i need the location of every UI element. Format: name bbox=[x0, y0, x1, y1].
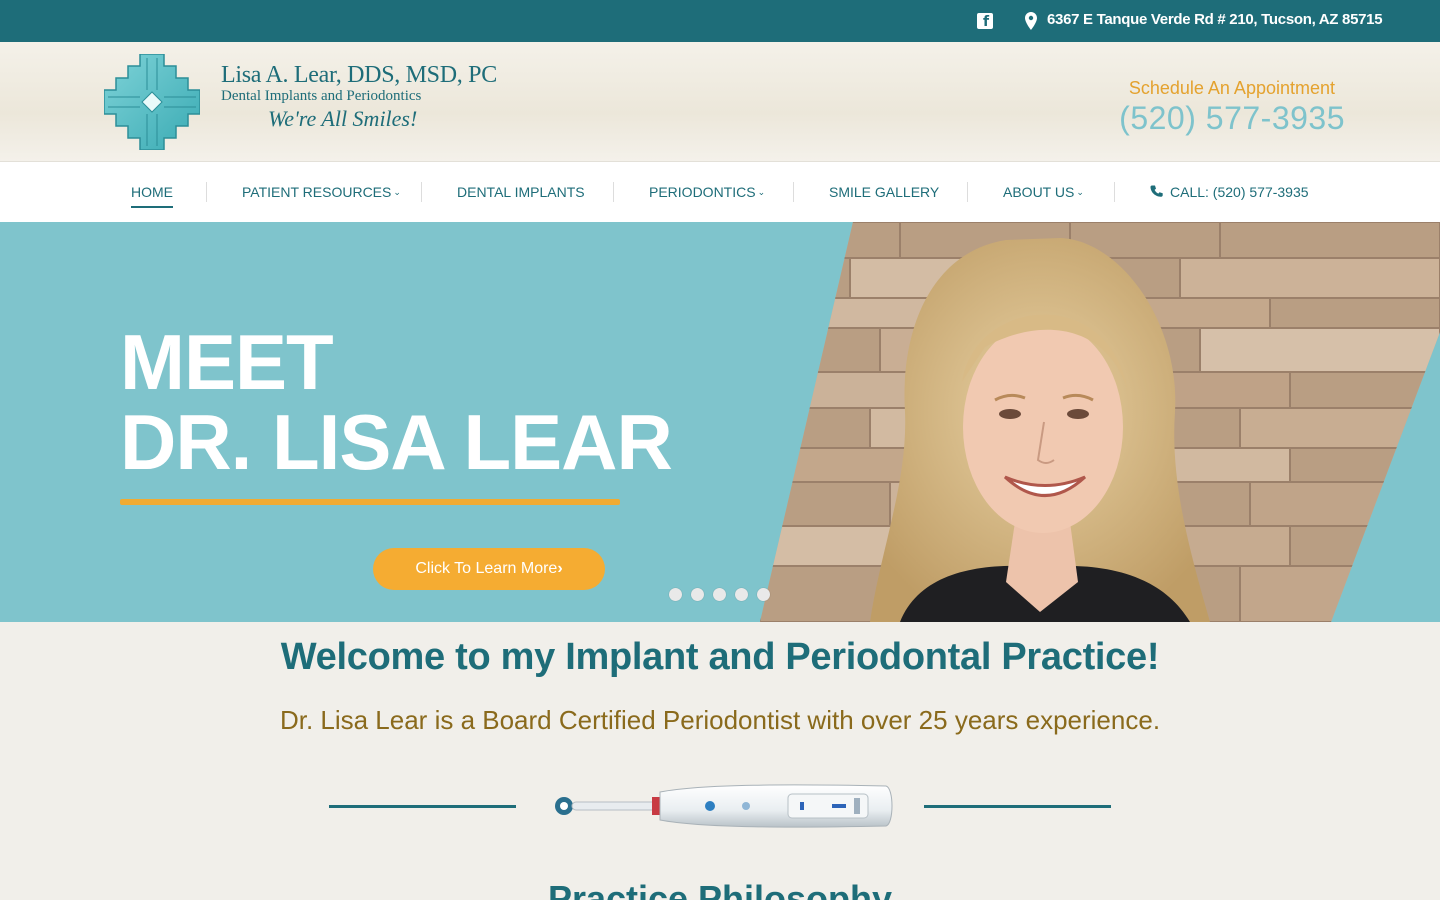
slider-dot-3[interactable] bbox=[713, 588, 726, 601]
chevron-down-icon: ⌄ bbox=[393, 187, 401, 197]
hero-title-line2: DR. LISA LEAR bbox=[120, 398, 673, 486]
site-header: Lisa A. Lear, DDS, MSD, PC Dental Implan… bbox=[0, 42, 1440, 162]
slider-dot-1[interactable] bbox=[669, 588, 682, 601]
map-pin-icon bbox=[1025, 12, 1037, 30]
toothbrush-image bbox=[555, 784, 893, 828]
hero-divider bbox=[120, 499, 620, 505]
nav-divider bbox=[421, 182, 422, 202]
logo-name[interactable]: Lisa A. Lear, DDS, MSD, PC bbox=[221, 62, 497, 89]
logo-tagline: We're All Smiles! bbox=[268, 106, 418, 131]
hero-title-line1: MEET bbox=[120, 318, 334, 406]
nav-home[interactable]: HOME bbox=[131, 184, 173, 208]
header-phone[interactable]: (520) 577-3935 bbox=[1119, 100, 1345, 137]
chevron-down-icon: ⌄ bbox=[757, 187, 766, 197]
nav-divider bbox=[206, 182, 207, 202]
nav-smile-gallery-label: SMILE GALLERY bbox=[829, 184, 940, 200]
nav-divider bbox=[1114, 182, 1115, 202]
hero-slider: MEET DR. LISA LEAR Click To Learn More› bbox=[0, 222, 1440, 622]
slider-dot-5[interactable] bbox=[757, 588, 770, 601]
slider-dot-2[interactable] bbox=[691, 588, 704, 601]
nav-divider bbox=[613, 182, 614, 202]
nav-patient-resources-label: PATIENT RESOURCES bbox=[242, 184, 392, 200]
chevron-down-icon: ⌄ bbox=[1076, 187, 1084, 197]
section-divider-left bbox=[329, 805, 516, 808]
main-nav: HOME PATIENT RESOURCES ⌄ DENTAL IMPLANTS … bbox=[0, 162, 1440, 222]
nav-dental-implants-label: DENTAL IMPLANTS bbox=[457, 184, 585, 200]
nav-call-label: CALL: (520) 577-3935 bbox=[1170, 184, 1309, 200]
facebook-icon[interactable]: f bbox=[977, 13, 993, 30]
nav-about-us[interactable]: ABOUT US ⌄ bbox=[1003, 184, 1084, 200]
hero-title: MEET DR. LISA LEAR bbox=[120, 318, 673, 486]
learn-more-label: Click To Learn More bbox=[415, 560, 558, 577]
nav-divider bbox=[793, 182, 794, 202]
nav-smile-gallery[interactable]: SMILE GALLERY bbox=[829, 184, 939, 200]
chevron-right-icon: › bbox=[557, 560, 563, 577]
welcome-heading: Welcome to my Implant and Periodontal Pr… bbox=[280, 636, 1160, 678]
phone-icon bbox=[1150, 185, 1163, 197]
nav-divider bbox=[967, 182, 968, 202]
slider-dot-4[interactable] bbox=[735, 588, 748, 601]
logo-subtitle: Dental Implants and Periodontics bbox=[221, 88, 422, 104]
schedule-label: Schedule An Appointment bbox=[1128, 78, 1335, 98]
nav-periodontics-label: PERIODONTICS bbox=[649, 184, 756, 200]
nav-patient-resources[interactable]: PATIENT RESOURCES ⌄ bbox=[242, 184, 401, 200]
section-divider-right bbox=[924, 805, 1111, 808]
nav-dental-implants[interactable]: DENTAL IMPLANTS bbox=[457, 184, 585, 200]
nav-call[interactable]: CALL: (520) 577-3935 bbox=[1150, 184, 1309, 200]
nav-home-label: HOME bbox=[131, 184, 173, 200]
top-bar: f 6367 E Tanque Verde Rd # 210, Tucson, … bbox=[0, 0, 1440, 42]
nav-periodontics[interactable]: PERIODONTICS ⌄ bbox=[649, 184, 765, 200]
address-text[interactable]: 6367 E Tanque Verde Rd # 210, Tucson, AZ… bbox=[1047, 11, 1383, 28]
practice-philosophy-heading: Practice Philosophy bbox=[547, 878, 893, 900]
welcome-subheading: Dr. Lisa Lear is a Board Certified Perio… bbox=[279, 705, 1161, 735]
logo-icon[interactable] bbox=[104, 54, 200, 150]
learn-more-button[interactable]: Click To Learn More› bbox=[373, 548, 605, 590]
slider-dots bbox=[669, 588, 779, 602]
nav-about-us-label: ABOUT US bbox=[1003, 184, 1075, 200]
